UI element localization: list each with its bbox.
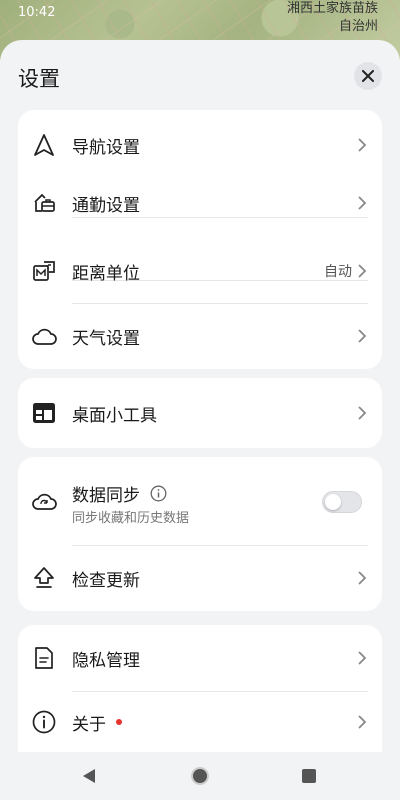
widget-icon <box>30 399 58 427</box>
chevron-right-icon <box>358 715 367 729</box>
close-icon <box>362 70 374 82</box>
distance-unit-label: 距离单位 <box>72 263 140 284</box>
commute-settings-row[interactable]: 通勤设置 <box>18 172 382 234</box>
weather-settings-row[interactable]: 天气设置 <box>18 303 382 369</box>
settings-card-about: 隐私管理 关于 <box>18 625 382 752</box>
status-bar: 10:42 湘西土家族苗族 自治州 <box>0 0 400 34</box>
upload-arrow-icon <box>30 564 58 592</box>
widget-row[interactable]: 桌面小工具 <box>18 378 382 448</box>
home-circle-icon[interactable] <box>191 767 209 785</box>
chevron-right-icon <box>358 329 367 343</box>
settings-sheet: 设置 导航设置 通勤设置 距离单位 自动 天气设置 桌面小工具 数据同步 同步收… <box>0 40 400 752</box>
document-icon <box>30 644 58 672</box>
settings-card-sync: 数据同步 同步收藏和历史数据 检查更新 <box>18 457 382 611</box>
close-button[interactable] <box>354 62 382 90</box>
back-triangle-icon[interactable] <box>82 768 96 784</box>
chevron-right-icon <box>358 571 367 585</box>
briefcase-home-icon <box>30 189 58 217</box>
chevron-right-icon <box>358 651 367 665</box>
info-circle-icon <box>30 708 58 736</box>
widget-label: 桌面小工具 <box>72 405 157 426</box>
data-sync-toggle[interactable] <box>322 491 362 513</box>
new-badge-dot <box>116 719 122 725</box>
check-update-label: 检查更新 <box>72 570 140 591</box>
cloud-sync-icon <box>30 487 58 515</box>
settings-card-main: 导航设置 通勤设置 距离单位 自动 天气设置 <box>18 110 382 369</box>
check-update-row[interactable]: 检查更新 <box>18 545 382 611</box>
distance-unit-value: 自动 <box>324 264 352 280</box>
chevron-right-icon <box>358 138 367 152</box>
chevron-right-icon <box>358 406 367 420</box>
info-icon[interactable] <box>150 485 167 506</box>
about-label: 关于 <box>72 714 106 735</box>
data-sync-row: 数据同步 同步收藏和历史数据 <box>18 457 382 545</box>
navigation-settings-row[interactable]: 导航设置 <box>18 110 382 180</box>
chevron-right-icon <box>358 196 367 210</box>
navigation-settings-label: 导航设置 <box>72 137 140 158</box>
recent-square-icon[interactable] <box>302 769 316 783</box>
distance-unit-row[interactable]: 距离单位 自动 <box>18 240 382 302</box>
navigation-arrow-icon <box>30 131 58 159</box>
chevron-right-icon <box>358 264 367 278</box>
privacy-row[interactable]: 隐私管理 <box>18 625 382 691</box>
map-place-label: 湘西土家族苗族 自治州 <box>286 1 378 34</box>
commute-settings-label: 通勤设置 <box>72 195 140 216</box>
privacy-label: 隐私管理 <box>72 650 140 671</box>
weather-settings-label: 天气设置 <box>72 328 140 349</box>
cloud-icon <box>30 322 58 350</box>
unit-km-mi-icon <box>30 257 58 285</box>
system-nav-bar <box>0 752 400 800</box>
about-row[interactable]: 关于 <box>18 691 382 753</box>
sheet-title: 设置 <box>18 67 60 91</box>
data-sync-subtitle: 同步收藏和历史数据 <box>72 511 190 526</box>
status-time: 10:42 <box>18 5 56 20</box>
settings-card-widget: 桌面小工具 <box>18 378 382 448</box>
data-sync-label: 数据同步 <box>72 486 140 506</box>
